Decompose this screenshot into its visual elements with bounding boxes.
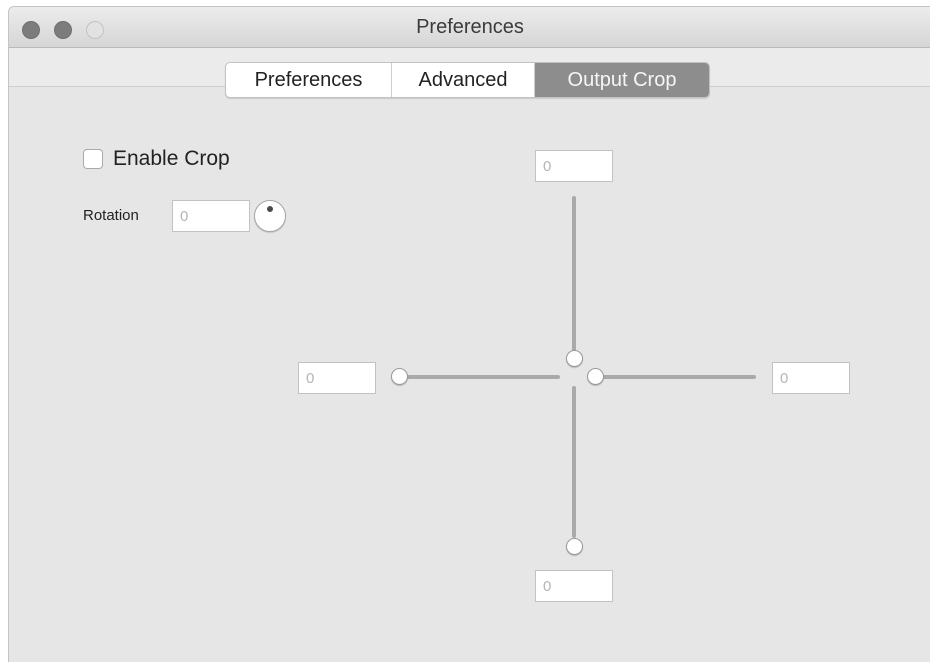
enable-crop-label: Enable Crop xyxy=(113,147,230,170)
preferences-window: Preferences xyxy=(8,6,930,662)
crop-top-slider-knob[interactable] xyxy=(566,350,583,367)
crop-right-slider-track[interactable] xyxy=(602,375,756,379)
tab-advanced[interactable]: Advanced xyxy=(392,63,535,97)
title-bar: Preferences xyxy=(9,7,930,48)
crop-left-input[interactable] xyxy=(298,362,376,394)
crop-right-input[interactable] xyxy=(772,362,850,394)
rotation-dial-icon[interactable] xyxy=(254,200,286,232)
rotation-input[interactable] xyxy=(172,200,250,232)
crop-right-slider-knob[interactable] xyxy=(587,368,604,385)
window-title: Preferences xyxy=(416,16,524,38)
tab-preferences[interactable]: Preferences xyxy=(226,63,392,97)
crop-left-slider-track[interactable] xyxy=(404,375,560,379)
crop-top-input[interactable] xyxy=(535,150,613,182)
crop-bottom-slider-knob[interactable] xyxy=(566,538,583,555)
crop-bottom-input[interactable] xyxy=(535,570,613,602)
rotation-label: Rotation xyxy=(83,207,139,224)
crop-bottom-slider-track[interactable] xyxy=(572,386,576,538)
tab-output-crop[interactable]: Output Crop xyxy=(535,63,709,97)
crop-top-slider-track[interactable] xyxy=(572,196,576,352)
dial-indicator xyxy=(267,206,273,212)
crop-left-slider-knob[interactable] xyxy=(391,368,408,385)
enable-crop-checkbox[interactable] xyxy=(83,149,103,169)
tab-bar: Preferences Advanced Output Crop xyxy=(225,62,710,98)
